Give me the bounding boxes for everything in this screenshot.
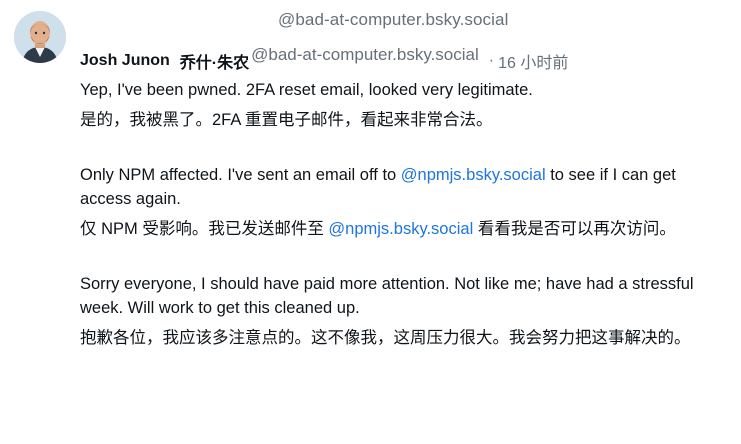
text-segment: 仅 NPM 受影响。我已发送邮件至 bbox=[80, 220, 329, 238]
avatar-portrait-icon bbox=[14, 11, 66, 63]
author-name[interactable]: Josh Junon bbox=[80, 52, 170, 70]
text-segment: Only NPM affected. I've sent an email of… bbox=[80, 166, 401, 184]
paragraph-original: Sorry everyone, I should have paid more … bbox=[80, 275, 694, 317]
paragraph-translation: 是的，我被黑了。2FA 重置电子邮件，看起来非常合法。 bbox=[80, 111, 493, 129]
paragraph-translation: 抱歉各位，我应该多注意点的。这不像我，这周压力很大。我会努力把这事解决的。 bbox=[80, 329, 691, 347]
author-handle-top[interactable]: @bad-at-computer.bsky.social bbox=[278, 10, 508, 30]
separator-dot: · bbox=[488, 52, 495, 69]
author-name-translation[interactable]: 乔什·朱农 bbox=[180, 49, 249, 73]
mention-link[interactable]: @npmjs.bsky.social bbox=[401, 166, 546, 184]
paragraph-original: Yep, I've been pwned. 2FA reset email, l… bbox=[80, 81, 533, 99]
post-header: Josh Junon 乔什·朱农 @bad-at-computer.bsky.s… bbox=[80, 45, 568, 73]
mention-link[interactable]: @npmjs.bsky.social bbox=[328, 220, 473, 238]
post-content: Yep, I've been pwned. 2FA reset email, l… bbox=[80, 78, 725, 350]
paragraph-original: Only NPM affected. I've sent an email of… bbox=[80, 163, 725, 211]
paragraph-translation: 仅 NPM 受影响。我已发送邮件至 @npmjs.bsky.social 看看我… bbox=[80, 217, 725, 241]
text-segment: 看看我是否可以再次访问。 bbox=[473, 220, 676, 238]
avatar[interactable] bbox=[14, 11, 66, 63]
author-handle-inline[interactable]: @bad-at-computer.bsky.social bbox=[251, 45, 479, 65]
post-timestamp[interactable]: 16 小时前 bbox=[498, 49, 568, 73]
